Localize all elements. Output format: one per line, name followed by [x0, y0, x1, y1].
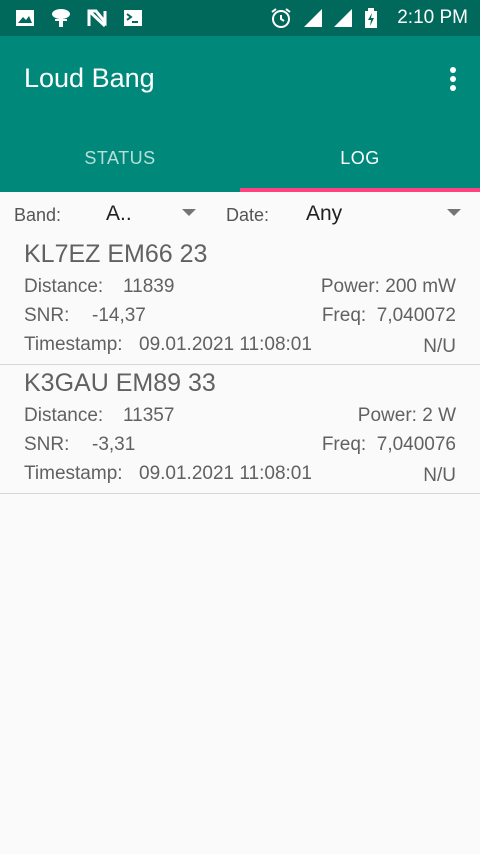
overflow-menu-icon[interactable]	[446, 64, 460, 96]
freq-field: Freq: 7,040076	[322, 434, 456, 456]
band-label: Band:	[14, 205, 62, 225]
freq-label: Freq:	[321, 305, 367, 326]
date-value: Any	[306, 202, 343, 225]
clock-time: 2:10 PM	[397, 7, 468, 28]
band-value: A..	[106, 202, 132, 225]
snr-label: SNR:	[24, 434, 70, 455]
log-entry[interactable]: K3GAU EM89 33 Distance: 11357 Power: 2 W…	[0, 365, 480, 494]
app-title: Loud Bang	[24, 63, 155, 93]
terminal-icon	[124, 10, 142, 26]
timestamp-value: 09.01.2021 11:08:01	[139, 463, 312, 484]
timestamp-value: 09.01.2021 11:08:01	[139, 334, 312, 355]
tab-bar: STATUS LOG	[0, 124, 480, 192]
timestamp-label: Timestamp:	[24, 334, 123, 355]
callsign: KL7EZ EM66 23	[24, 240, 208, 268]
power-field: Power: 2 W	[358, 405, 456, 427]
power-label: Power:	[357, 405, 417, 426]
power-value: 200 mW	[385, 276, 456, 297]
timestamp-label: Timestamp:	[24, 463, 123, 484]
power-field: Power: 200 mW	[321, 276, 456, 298]
nu-value: N/U	[423, 336, 456, 357]
date-dropdown-icon	[447, 209, 461, 216]
distance-value: 11839	[123, 276, 175, 297]
tree-icon	[52, 9, 70, 27]
freq-label: Freq:	[321, 434, 367, 455]
log-entry[interactable]: KL7EZ EM66 23 Distance: 11839 Power: 200…	[0, 236, 480, 365]
app-bar: Loud Bang	[0, 36, 480, 124]
battery-charging-icon	[365, 8, 377, 28]
freq-value: 7,040072	[376, 305, 456, 326]
distance-label: Distance:	[24, 405, 104, 426]
filter-row: Band: A.. Date: Any	[0, 192, 480, 236]
n-logo-icon	[87, 9, 107, 28]
freq-value: 7,040076	[376, 434, 456, 455]
status-bar: 2:10 PM	[0, 0, 480, 36]
power-label: Power:	[320, 276, 380, 297]
log-list: KL7EZ EM66 23 Distance: 11839 Power: 200…	[0, 236, 480, 494]
callsign: K3GAU EM89 33	[24, 369, 216, 397]
tab-status[interactable]: STATUS	[0, 124, 240, 192]
distance-label: Distance:	[24, 276, 104, 297]
date-spinner[interactable]: Any	[300, 192, 470, 236]
wifi-signal-icon	[334, 9, 352, 27]
freq-field: Freq: 7,040072	[322, 305, 456, 327]
nu-value: N/U	[423, 465, 456, 486]
band-dropdown-icon	[182, 209, 196, 216]
tab-log[interactable]: LOG	[240, 124, 480, 192]
power-value: 2 W	[422, 405, 456, 426]
alarm-icon	[271, 8, 291, 28]
snr-value: -14,37	[92, 305, 146, 326]
image-icon	[16, 10, 34, 26]
distance-value: 11357	[123, 405, 175, 426]
band-spinner[interactable]: A..	[100, 192, 200, 236]
snr-value: -3,31	[92, 434, 136, 455]
signal-icon	[304, 9, 322, 27]
snr-label: SNR:	[24, 305, 70, 326]
date-label: Date:	[226, 205, 270, 225]
